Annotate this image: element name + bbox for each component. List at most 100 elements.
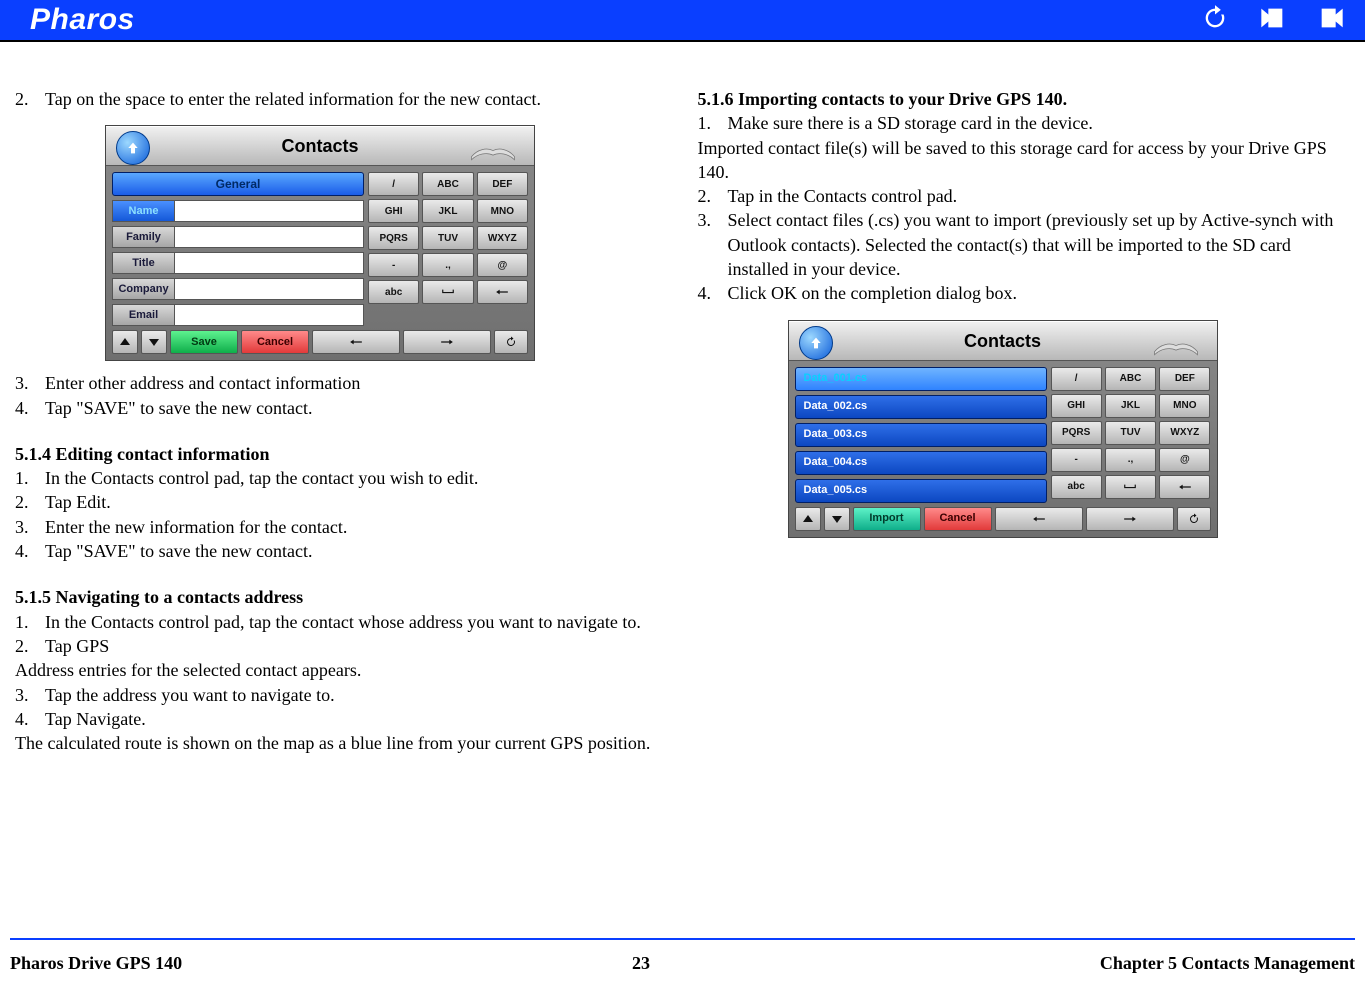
down-button[interactable] — [141, 330, 167, 354]
key[interactable]: PQRS — [368, 226, 419, 250]
name-input[interactable] — [174, 200, 364, 222]
key[interactable]: - — [368, 253, 419, 277]
space-key[interactable] — [422, 280, 473, 304]
file-row[interactable]: Data_001.cs — [795, 367, 1047, 391]
key[interactable]: @ — [477, 253, 528, 277]
up-button[interactable] — [795, 507, 821, 531]
list-item: 3.Enter other address and contact inform… — [15, 371, 668, 395]
cycle-button[interactable] — [494, 330, 528, 354]
list-item: 4.Click OK on the completion dialog box. — [698, 281, 1351, 305]
list-item: 3.Tap the address you want to navigate t… — [15, 683, 668, 707]
list-item: 2.Tap in the Contacts control pad. — [698, 184, 1351, 208]
key[interactable]: abc — [368, 280, 419, 304]
header-bar: Pharos — [0, 0, 1365, 42]
field-label: Email — [112, 304, 174, 326]
key[interactable]: GHI — [1051, 394, 1102, 418]
figure-title: Contacts — [964, 329, 1041, 353]
key[interactable]: PQRS — [1051, 421, 1102, 445]
email-input[interactable] — [174, 304, 364, 326]
field-label: Title — [112, 252, 174, 274]
file-row[interactable]: Data_005.cs — [795, 479, 1047, 503]
space-key[interactable] — [1105, 475, 1156, 499]
paragraph: The calculated route is shown on the map… — [15, 731, 668, 755]
key[interactable]: MNO — [1159, 394, 1210, 418]
key[interactable]: / — [368, 172, 419, 196]
backspace-key[interactable] — [477, 280, 528, 304]
list-item: 4.Tap "SAVE" to save the new contact. — [15, 539, 668, 563]
key[interactable]: TUV — [1105, 421, 1156, 445]
key[interactable]: ., — [1105, 448, 1156, 472]
page-content: 2. Tap on the space to enter the related… — [0, 42, 1365, 755]
general-tab[interactable]: General — [112, 172, 364, 196]
figure-titlebar: Contacts — [789, 321, 1217, 361]
down-button[interactable] — [824, 507, 850, 531]
key[interactable]: - — [1051, 448, 1102, 472]
key[interactable]: WXYZ — [1159, 421, 1210, 445]
key[interactable]: ., — [422, 253, 473, 277]
field-label: Family — [112, 226, 174, 248]
up-arrow-icon[interactable] — [116, 131, 150, 165]
section-heading: 5.1.6 Importing contacts to your Drive G… — [698, 87, 1351, 111]
key[interactable]: TUV — [422, 226, 473, 250]
list-item: 2. Tap on the space to enter the related… — [15, 87, 668, 111]
brand-label: Pharos — [30, 3, 135, 37]
key[interactable]: / — [1051, 367, 1102, 391]
field-label: Company — [112, 278, 174, 300]
company-input[interactable] — [174, 278, 364, 300]
keypad: / ABC DEF GHI JKL MNO PQRS TUV WXYZ - .,… — [1051, 367, 1211, 503]
list-item: 1.In the Contacts control pad, tap the c… — [15, 466, 668, 490]
key[interactable]: ABC — [422, 172, 473, 196]
key[interactable]: @ — [1159, 448, 1210, 472]
paragraph: Address entries for the selected contact… — [15, 658, 668, 682]
next-button[interactable] — [1086, 507, 1174, 531]
list-item: 3.Enter the new information for the cont… — [15, 515, 668, 539]
up-arrow-icon[interactable] — [799, 326, 833, 360]
footer-right: Chapter 5 Contacts Management — [1100, 953, 1355, 974]
paragraph: Imported contact file(s) will be saved t… — [698, 136, 1351, 185]
import-button[interactable]: Import — [853, 507, 921, 531]
book-icon — [470, 135, 516, 163]
forward-icon[interactable] — [1317, 4, 1345, 37]
list-item: 1.In the Contacts control pad, tap the c… — [15, 610, 668, 634]
right-column: 5.1.6 Importing contacts to your Drive G… — [693, 87, 1356, 755]
family-input[interactable] — [174, 226, 364, 248]
prev-button[interactable] — [995, 507, 1083, 531]
field-label: Name — [112, 200, 174, 222]
list-item: 2.Tap Edit. — [15, 490, 668, 514]
next-button[interactable] — [403, 330, 491, 354]
refresh-icon[interactable] — [1201, 4, 1229, 37]
left-column: 2. Tap on the space to enter the related… — [10, 87, 673, 755]
title-input[interactable] — [174, 252, 364, 274]
file-row[interactable]: Data_002.cs — [795, 395, 1047, 419]
footer-divider — [10, 938, 1355, 940]
contacts-edit-figure: Contacts General Name Family Title Compa… — [105, 125, 668, 361]
backspace-key[interactable] — [1159, 475, 1210, 499]
prev-button[interactable] — [312, 330, 400, 354]
save-button[interactable]: Save — [170, 330, 238, 354]
list-item: 1.Make sure there is a SD storage card i… — [698, 111, 1351, 135]
key[interactable]: WXYZ — [477, 226, 528, 250]
back-icon[interactable] — [1259, 4, 1287, 37]
page-footer: Pharos Drive GPS 140 23 Chapter 5 Contac… — [10, 953, 1355, 974]
key[interactable]: DEF — [1159, 367, 1210, 391]
contacts-import-figure: Contacts Data_001.cs Data_002.cs Data_00… — [788, 320, 1351, 538]
up-button[interactable] — [112, 330, 138, 354]
cancel-button[interactable]: Cancel — [241, 330, 309, 354]
key[interactable]: JKL — [1105, 394, 1156, 418]
keypad: / ABC DEF GHI JKL MNO PQRS TUV WXYZ - .,… — [368, 172, 528, 326]
figure-titlebar: Contacts — [106, 126, 534, 166]
footer-page-number: 23 — [632, 953, 650, 974]
cycle-button[interactable] — [1177, 507, 1211, 531]
section-heading: 5.1.5 Navigating to a contacts address — [15, 585, 668, 609]
cancel-button[interactable]: Cancel — [924, 507, 992, 531]
key[interactable]: JKL — [422, 199, 473, 223]
file-row[interactable]: Data_004.cs — [795, 451, 1047, 475]
key[interactable]: MNO — [477, 199, 528, 223]
file-row[interactable]: Data_003.cs — [795, 423, 1047, 447]
header-icons — [1201, 4, 1345, 37]
key[interactable]: GHI — [368, 199, 419, 223]
key[interactable]: abc — [1051, 475, 1102, 499]
key[interactable]: DEF — [477, 172, 528, 196]
list-item: 4.Tap Navigate. — [15, 707, 668, 731]
key[interactable]: ABC — [1105, 367, 1156, 391]
